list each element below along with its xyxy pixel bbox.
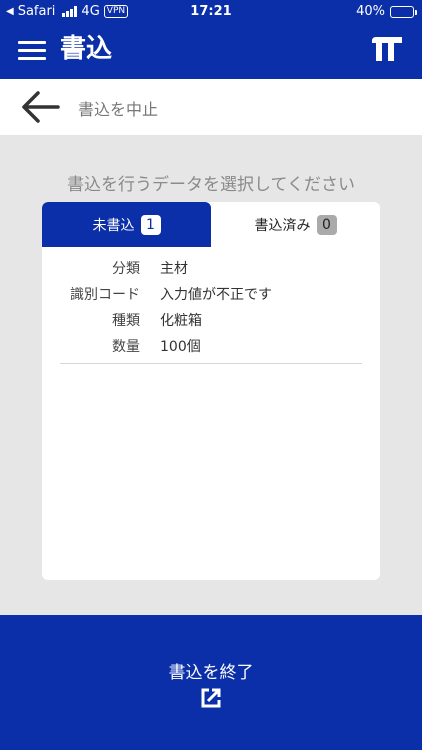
select-prompt: 書込を行うデータを選択してください [67, 175, 355, 195]
finish-write-button[interactable]: 書込を終了 [0, 615, 422, 750]
count-badge: 0 [316, 214, 337, 235]
status-right: 40% [356, 4, 417, 19]
list-item[interactable]: 分類 主材 識別コード 入力値が不正です 種類 化粧箱 数量 100個 [60, 247, 362, 364]
arrow-left-icon[interactable] [16, 85, 64, 129]
field-label: 分類 [112, 261, 140, 277]
tab-label: 未書込 [92, 217, 135, 234]
field-label: 識別コード [70, 287, 140, 303]
status-bar: ◀ Safari 4G VPN 17:21 40% [0, 0, 422, 24]
external-link-icon[interactable] [199, 686, 223, 710]
brand-logo-icon [372, 37, 402, 61]
row-identifier: 識別コード 入力値が不正です [60, 281, 362, 307]
app-bar: 書込 [0, 24, 422, 79]
finish-write-label: 書込を終了 [168, 663, 254, 683]
hamburger-icon[interactable] [18, 38, 46, 62]
tab-unwritten[interactable]: 未書込 1 [42, 202, 211, 247]
cancel-write-label[interactable]: 書込を中止 [78, 96, 158, 120]
field-label: 数量 [112, 339, 140, 355]
row-quantity: 数量 100個 [60, 333, 362, 359]
tab-bar: 未書込 1 書込済み 0 [42, 202, 380, 247]
field-value: 100個 [160, 339, 201, 355]
row-type: 種類 化粧箱 [60, 307, 362, 333]
field-value: 主材 [160, 261, 188, 277]
field-value: 化粧箱 [160, 313, 202, 329]
field-value: 入力値が不正です [160, 287, 272, 303]
row-category: 分類 主材 [60, 255, 362, 281]
data-panel: 未書込 1 書込済み 0 分類 主材 識別コード 入力値が不正です 種類 化粧箱… [42, 202, 380, 580]
battery-percent: 40% [356, 4, 385, 19]
battery-icon [390, 5, 417, 18]
page-title: 書込 [60, 34, 113, 64]
field-label: 種類 [112, 313, 140, 329]
tab-written[interactable]: 書込済み 0 [211, 202, 380, 247]
tab-label: 書込済み [254, 217, 311, 234]
back-bar: 書込を中止 [0, 79, 422, 135]
count-badge: 1 [140, 214, 161, 235]
